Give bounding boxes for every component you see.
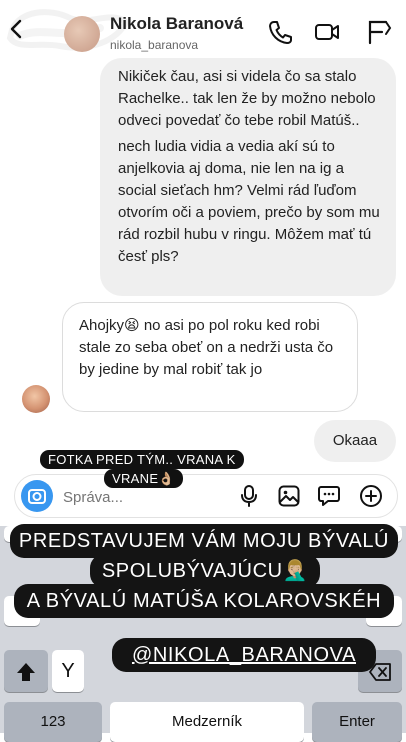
image-icon[interactable]: [277, 484, 301, 508]
header-avatar[interactable]: [64, 16, 100, 52]
incoming-message-text: Ahojky😫 no asi po pol roku ked robi stal…: [79, 317, 334, 378]
outgoing-message-text-2: nech ludia vidia a vedia akí sú to anjel…: [118, 138, 380, 265]
outgoing-message-text-1: Nikiček čau, asi si videla čo sa stalo R…: [118, 68, 376, 129]
key-y[interactable]: Y: [52, 650, 84, 692]
microphone-icon[interactable]: [237, 484, 261, 508]
overlay-caption-line-2: VRANE👌🏼: [104, 469, 183, 488]
flag-icon[interactable]: [364, 18, 392, 46]
video-camera-icon[interactable]: [313, 18, 341, 46]
shift-key[interactable]: [4, 650, 48, 692]
space-key[interactable]: Medzerník: [110, 702, 304, 742]
sticker-icon[interactable]: [317, 484, 341, 508]
overlay-caption-line-1: FOTKA PRED TÝM.. VRANA K: [40, 450, 244, 469]
camera-button[interactable]: [21, 480, 53, 512]
reply-message-bubble[interactable]: Okaaa: [314, 420, 396, 462]
camera-icon: [28, 489, 46, 504]
contact-avatar[interactable]: [22, 385, 50, 413]
shift-icon: [17, 662, 35, 681]
numbers-key[interactable]: 123: [4, 702, 102, 742]
enter-key[interactable]: Enter: [312, 702, 402, 742]
contact-name[interactable]: Nikola Baranová: [110, 14, 243, 34]
phone-icon[interactable]: [266, 18, 294, 46]
incoming-message-bubble[interactable]: Ahojky😫 no asi po pol roku ked robi stal…: [62, 302, 358, 412]
overlay-title-line-2: SPOLUBÝVAJÚCU🤦🏼‍♂️: [90, 554, 320, 588]
overlay-mention[interactable]: @NIKOLA_BARANOVA: [112, 638, 376, 672]
plus-icon[interactable]: [359, 484, 383, 508]
message-composer: [14, 474, 398, 518]
overlay-title-line-3: A BÝVALÚ MATÚŠA KOLAROVSKÉH: [14, 584, 394, 618]
reply-message-text: Okaaa: [332, 432, 378, 449]
back-arrow-icon[interactable]: [6, 18, 28, 40]
contact-username: nikola_baranova: [110, 38, 199, 52]
chat-header: Nikola Baranová nikola_baranova: [0, 0, 406, 62]
overlay-title-line-1: PREDSTAVUJEM VÁM MOJU BÝVALÚ: [10, 524, 398, 558]
outgoing-message-bubble[interactable]: Nikiček čau, asi si videla čo sa stalo R…: [100, 58, 396, 296]
